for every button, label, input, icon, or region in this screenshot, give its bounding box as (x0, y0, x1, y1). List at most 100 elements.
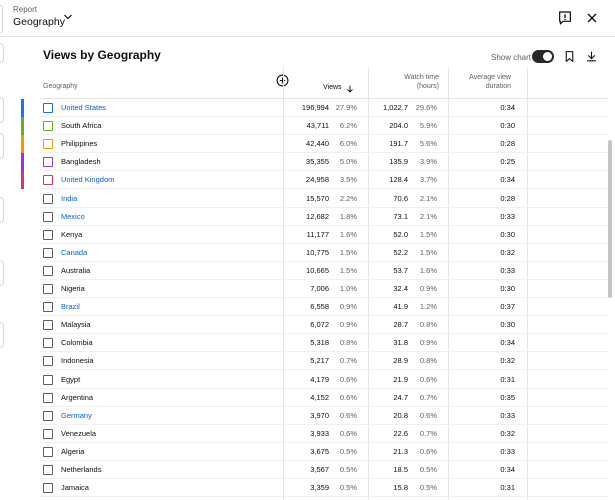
views-value: 11,177 (306, 229, 329, 239)
row-checkbox[interactable] (43, 247, 53, 258)
geography-name[interactable]: Canada (61, 248, 87, 257)
table-row: Canada 10,775 1.5% 52.2 1.5% 0:32 (25, 244, 610, 262)
sort-arrow-down-icon[interactable] (345, 81, 355, 93)
watch-time-percent: 2.1% (419, 211, 437, 221)
watch-time-percent: 2.1% (419, 193, 437, 203)
views-percent: 27.9% (335, 103, 357, 112)
row-checkbox[interactable] (43, 121, 53, 132)
row-checkbox[interactable] (43, 465, 53, 475)
series-color-bar (21, 153, 24, 172)
geography-name[interactable]: United States (61, 103, 106, 112)
left-rail-control[interactable] (0, 97, 4, 123)
views-value: 12,682 (306, 211, 329, 221)
feedback-icon[interactable] (557, 10, 573, 26)
geography-name[interactable]: Brazil (61, 302, 80, 311)
watch-time-percent: 1.5% (419, 229, 437, 239)
views-value: 15,570 (306, 193, 329, 203)
left-rail-control[interactable] (0, 260, 4, 286)
table-row: South Africa 43,711 6.2% 204.0 5.9% 0:30 (21, 117, 610, 136)
views-value: 10,775 (306, 247, 329, 257)
views-percent: 6.2% (339, 121, 357, 131)
column-header-watch-time[interactable]: Watch time (hours) (393, 73, 439, 91)
row-checkbox[interactable] (43, 446, 53, 457)
row-checkbox[interactable] (43, 229, 53, 240)
left-rail-control[interactable] (0, 43, 4, 63)
row-checkbox[interactable] (43, 211, 53, 222)
views-value: 6,558 (310, 302, 329, 312)
bookmark-icon[interactable] (563, 50, 576, 63)
row-checkbox[interactable] (43, 483, 53, 494)
views-percent: 1.5% (339, 265, 357, 275)
watch-time-value: 28.7 (393, 320, 408, 330)
row-checkbox[interactable] (43, 193, 53, 204)
views-percent: 1.6% (339, 229, 357, 239)
table-row: Malaysia 6,072 0.9% 28.7 0.8% 0:30 (25, 316, 610, 335)
watch-time-percent: 0.6% (419, 410, 437, 420)
views-percent: 0.5% (339, 465, 357, 474)
views-percent: 0.8% (339, 338, 357, 348)
scrollbar-thumb[interactable] (608, 140, 612, 298)
row-checkbox[interactable] (43, 265, 53, 276)
geography-name[interactable]: India (61, 194, 77, 203)
table-row: Jamaica 3,359 0.5% 15.8 0.5% 0:31 (25, 479, 610, 498)
geography-name[interactable]: Mexico (61, 212, 85, 221)
left-rail-control[interactable] (0, 322, 4, 348)
row-checkbox[interactable] (43, 428, 53, 439)
left-rail-control[interactable] (0, 197, 4, 223)
watch-time-value: 20.8 (393, 410, 408, 420)
avg-view-duration-value: 0:35 (500, 392, 515, 402)
geography-name: Indonesia (61, 356, 94, 366)
row-checkbox[interactable] (43, 410, 53, 421)
row-checkbox[interactable] (43, 157, 53, 168)
views-value: 35,355 (306, 157, 329, 167)
download-icon[interactable] (585, 50, 598, 63)
avg-view-duration-value: 0:30 (500, 229, 515, 239)
geography-name: Nigeria (61, 284, 85, 293)
avg-view-duration-value: 0:34 (500, 103, 515, 112)
column-header-geography[interactable]: Geography (43, 82, 78, 91)
column-header-avg-view-duration[interactable]: Average view duration (465, 73, 511, 91)
row-checkbox[interactable] (43, 320, 53, 331)
watch-time-value: 73.1 (393, 211, 408, 221)
table-row: Egypt 4,179 0.6% 21.9 0.6% 0:31 (25, 371, 610, 389)
close-icon[interactable] (584, 10, 600, 26)
row-checkbox[interactable] (43, 356, 53, 367)
watch-time-percent: 0.9% (419, 284, 437, 293)
row-checkbox[interactable] (43, 302, 53, 313)
views-percent: 1.5% (339, 247, 357, 257)
row-checkbox[interactable] (43, 139, 53, 150)
avg-view-duration-value: 0:30 (500, 284, 515, 293)
views-value: 5,318 (310, 338, 329, 348)
geography-name: Venezuela (61, 428, 97, 438)
geography-name[interactable]: Germany (61, 411, 92, 420)
report-selector[interactable]: Report Geography (13, 5, 65, 29)
row-checkbox[interactable] (43, 392, 53, 403)
watch-time-value: 191.7 (389, 139, 408, 149)
geography-name: Egypt (61, 374, 81, 384)
report-value[interactable]: Geography (13, 15, 65, 29)
watch-time-percent: 0.6% (419, 446, 437, 456)
watch-time-percent: 3.9% (419, 157, 437, 167)
left-rail-control[interactable] (0, 133, 4, 159)
row-checkbox[interactable] (43, 374, 53, 385)
column-header-views[interactable]: Views (323, 83, 342, 92)
chevron-down-icon[interactable] (62, 10, 74, 22)
watch-time-value: 31.8 (393, 338, 408, 348)
geography-name[interactable]: United Kingdom (61, 175, 114, 184)
row-checkbox[interactable] (43, 338, 53, 349)
views-value: 3,970 (310, 410, 329, 420)
row-checkbox[interactable] (43, 103, 53, 113)
table-row: Kenya 11,177 1.6% 52.0 1.5% 0:30 (25, 226, 610, 244)
avg-view-duration-value: 0:33 (500, 211, 515, 221)
watch-time-percent: 0.6% (419, 374, 437, 384)
geography-name: Algeria (61, 446, 85, 456)
show-chart-toggle[interactable] (532, 50, 554, 63)
row-checkbox[interactable] (43, 175, 53, 186)
row-checkbox[interactable] (43, 284, 53, 294)
watch-time-value: 41.9 (393, 302, 408, 312)
geography-name: Kenya (61, 229, 83, 239)
geography-name: South Africa (61, 121, 102, 131)
avg-view-duration-value: 0:32 (500, 428, 515, 438)
table-row: Netherlands 3,567 0.5% 18.5 0.5% 0:34 (25, 461, 610, 480)
geography-card: Views by Geography Show chart Geography … (21, 37, 610, 500)
